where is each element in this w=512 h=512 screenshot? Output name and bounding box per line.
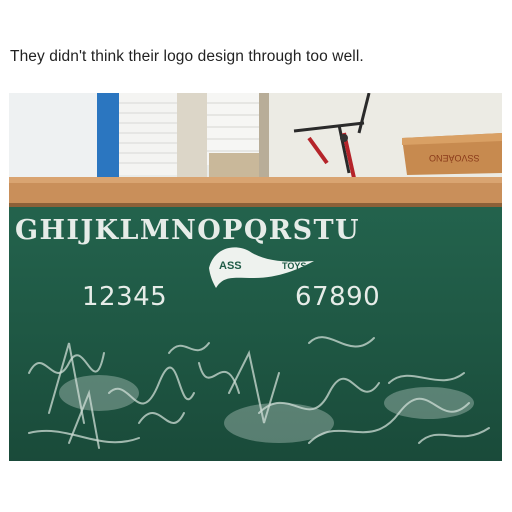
box-printed-text: SSVOÀENO [429,153,480,163]
logo-ass-text: ASS [219,260,242,272]
post-caption: They didn't think their logo design thro… [10,48,364,65]
board-alphabet: GHIJKLMNOPQRSTU [15,215,360,246]
chalkboard-photo: SSVOÀENO GHIJKLMNOPQRSTU ASS TOYS 12345 … [9,93,502,461]
logo-toys-text: TOYS [282,261,307,271]
board-numbers-left: 12345 [82,282,168,312]
board-numbers-right: 67890 [295,282,381,312]
